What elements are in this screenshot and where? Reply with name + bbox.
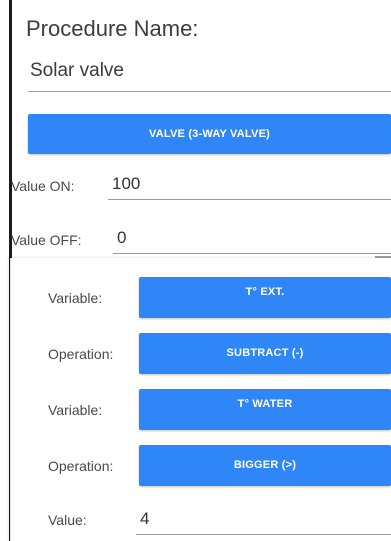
valve-type-button[interactable]: VALVE (3-WAY VALVE) bbox=[28, 114, 391, 154]
value-on-underline bbox=[108, 199, 391, 200]
panel-divider-mark bbox=[375, 256, 391, 258]
condition-value-label: Value: bbox=[48, 512, 87, 528]
value-off-label: Value OFF: bbox=[11, 232, 82, 248]
value-on-label: Value ON: bbox=[11, 178, 75, 194]
value-off-underline bbox=[113, 253, 391, 254]
procedure-name-input[interactable]: Solar valve bbox=[28, 58, 391, 92]
condition-variable-1-label: Variable: bbox=[48, 290, 103, 306]
condition-variable-2-label: Variable: bbox=[48, 402, 103, 418]
value-on-value: 100 bbox=[112, 174, 141, 193]
condition-operation-2-label: Operation: bbox=[48, 458, 114, 474]
condition-value-underline bbox=[136, 534, 391, 535]
condition-value-input[interactable]: 4 bbox=[136, 507, 391, 535]
value-on-input[interactable]: 100 bbox=[108, 172, 391, 200]
procedure-name-underline bbox=[28, 91, 391, 92]
variable-2-button[interactable]: T° WATER bbox=[139, 389, 391, 430]
procedure-name-value: Solar valve bbox=[30, 60, 124, 81]
operation-1-button[interactable]: SUBTRACT (-) bbox=[139, 333, 391, 374]
condition-operation-1-label: Operation: bbox=[48, 346, 114, 362]
value-off-value: 0 bbox=[117, 228, 127, 247]
value-off-input[interactable]: 0 bbox=[113, 226, 391, 254]
procedure-name-title: Procedure Name: bbox=[26, 16, 199, 41]
variable-1-button[interactable]: T° EXT. bbox=[139, 277, 391, 318]
operation-2-button[interactable]: BIGGER (>) bbox=[139, 445, 391, 486]
condition-value-value: 4 bbox=[140, 509, 150, 528]
